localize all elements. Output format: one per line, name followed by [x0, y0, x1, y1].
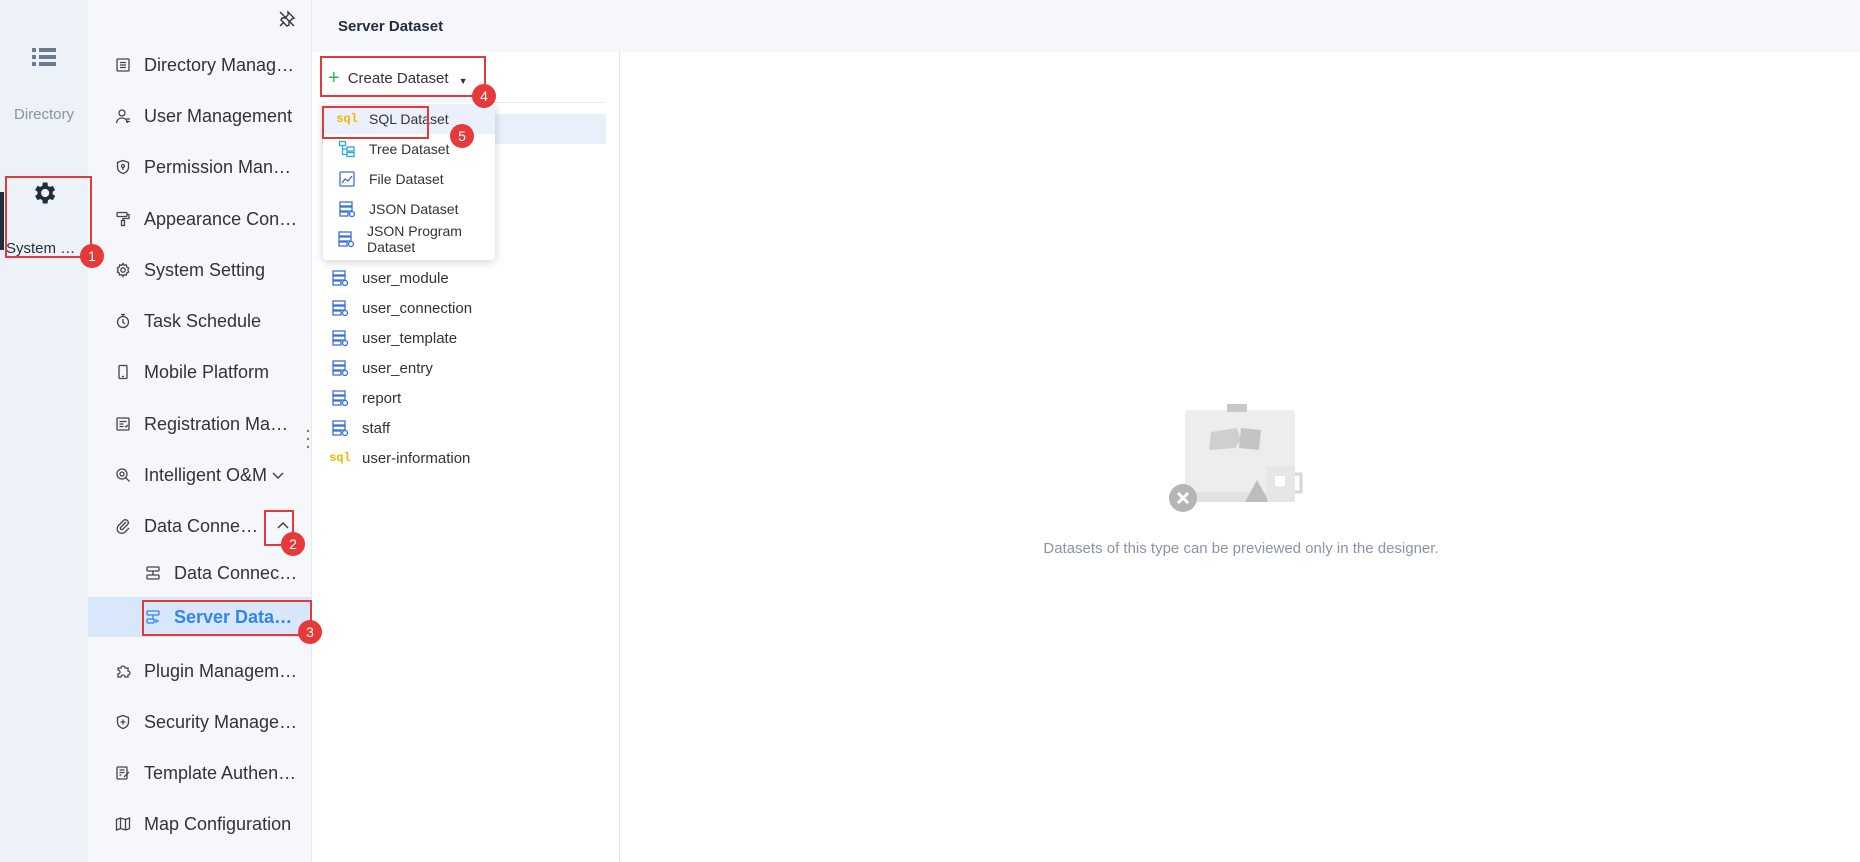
- tree-icon: [337, 139, 357, 159]
- sidebar-item-plugin-management[interactable]: Plugin Management: [88, 651, 312, 691]
- list-icon: [0, 40, 88, 74]
- om-icon: [112, 464, 134, 486]
- phone-icon: [112, 361, 134, 383]
- dataset-icon: [330, 298, 350, 318]
- unpin-icon[interactable]: [278, 10, 296, 33]
- sidebar-item-system-setting[interactable]: System Setting: [88, 250, 312, 290]
- shield-plus-icon: [112, 711, 134, 733]
- menu-item-file-dataset[interactable]: File Dataset: [323, 164, 495, 194]
- sidebar-item-intelligent-om[interactable]: Intelligent O&M: [88, 455, 312, 495]
- icon-rail: Directory System Management: [0, 0, 88, 862]
- sidebar-item-user-management[interactable]: User Management: [88, 96, 312, 136]
- document-icon: [112, 54, 134, 76]
- sidebar-item-mobile-platform[interactable]: Mobile Platform: [88, 352, 312, 392]
- rail-directory-label: Directory: [13, 106, 74, 123]
- menu-item-json-program-dataset[interactable]: JSON Program Dataset: [323, 223, 495, 255]
- paint-roller-icon: [112, 208, 134, 230]
- database-icon: [142, 562, 164, 584]
- annotation-badge-2: 2: [281, 532, 305, 556]
- sidebar-item-map-configuration[interactable]: Map Configuration: [88, 804, 312, 844]
- user-icon: [112, 105, 134, 127]
- json-program-icon: [337, 229, 355, 249]
- annotation-box-5: [322, 106, 429, 139]
- dataset-item[interactable]: sql user-information: [329, 443, 470, 473]
- dataset-icon: [330, 328, 350, 348]
- dataset-item[interactable]: user_entry: [330, 353, 433, 383]
- puzzle-icon: [112, 660, 134, 682]
- map-icon: [112, 813, 134, 835]
- annotation-badge-4: 4: [472, 84, 496, 108]
- secondary-sidebar: Directory Management User Management Per…: [88, 0, 312, 862]
- json-icon: [337, 199, 357, 219]
- stopwatch-icon: [112, 310, 134, 332]
- sidebar-item-directory-management[interactable]: Directory Management: [88, 45, 312, 85]
- dataset-item[interactable]: report: [330, 383, 401, 413]
- annotation-badge-3: 3: [298, 620, 322, 644]
- annotation-box-3: [142, 600, 312, 636]
- sidebar-item-task-schedule[interactable]: Task Schedule: [88, 301, 312, 341]
- sidebar-subitem-data-connection[interactable]: Data Connection: [88, 553, 312, 593]
- dataset-item[interactable]: user_connection: [330, 293, 472, 323]
- chevron-down-icon[interactable]: [271, 468, 285, 482]
- annotation-badge-5: 5: [450, 124, 474, 148]
- menu-item-json-dataset[interactable]: JSON Dataset: [323, 194, 495, 224]
- annotation-badge-1: 1: [80, 244, 104, 268]
- dataset-item[interactable]: staff: [330, 413, 390, 443]
- sidebar-item-appearance-configuration[interactable]: Appearance Configuration: [88, 199, 312, 239]
- dataset-icon: [330, 388, 350, 408]
- paperclip-icon: [112, 515, 134, 537]
- sql-icon: sql: [329, 451, 351, 465]
- sidebar-item-template-authentication[interactable]: Template Authentication: [88, 753, 312, 793]
- page-title: Server Dataset: [338, 18, 444, 35]
- sidebar-item-registration-management[interactable]: Registration Management: [88, 404, 312, 444]
- rail-directory[interactable]: Directory: [0, 40, 88, 123]
- dataset-icon: [330, 358, 350, 378]
- dataset-icon: [330, 418, 350, 438]
- empty-state-illustration: [1167, 404, 1317, 529]
- empty-state-message: Datasets of this type can be previewed o…: [1043, 540, 1439, 557]
- preview-area: Datasets of this type can be previewed o…: [621, 52, 1860, 862]
- shield-icon: [112, 156, 134, 178]
- dataset-icon: [330, 268, 350, 288]
- sidebar-item-security-management[interactable]: Security Management: [88, 702, 312, 742]
- gear-icon: [112, 259, 134, 281]
- file-chart-icon: [337, 169, 357, 189]
- annotation-box-1: [5, 176, 92, 258]
- annotation-box-4: [320, 56, 486, 97]
- page-header: Server Dataset: [312, 0, 1860, 52]
- dataset-item[interactable]: user_template: [330, 323, 457, 353]
- sidebar-item-permission-management[interactable]: Permission Management: [88, 147, 312, 187]
- registration-icon: [112, 413, 134, 435]
- template-auth-icon: [112, 762, 134, 784]
- dataset-item[interactable]: user_module: [330, 263, 449, 293]
